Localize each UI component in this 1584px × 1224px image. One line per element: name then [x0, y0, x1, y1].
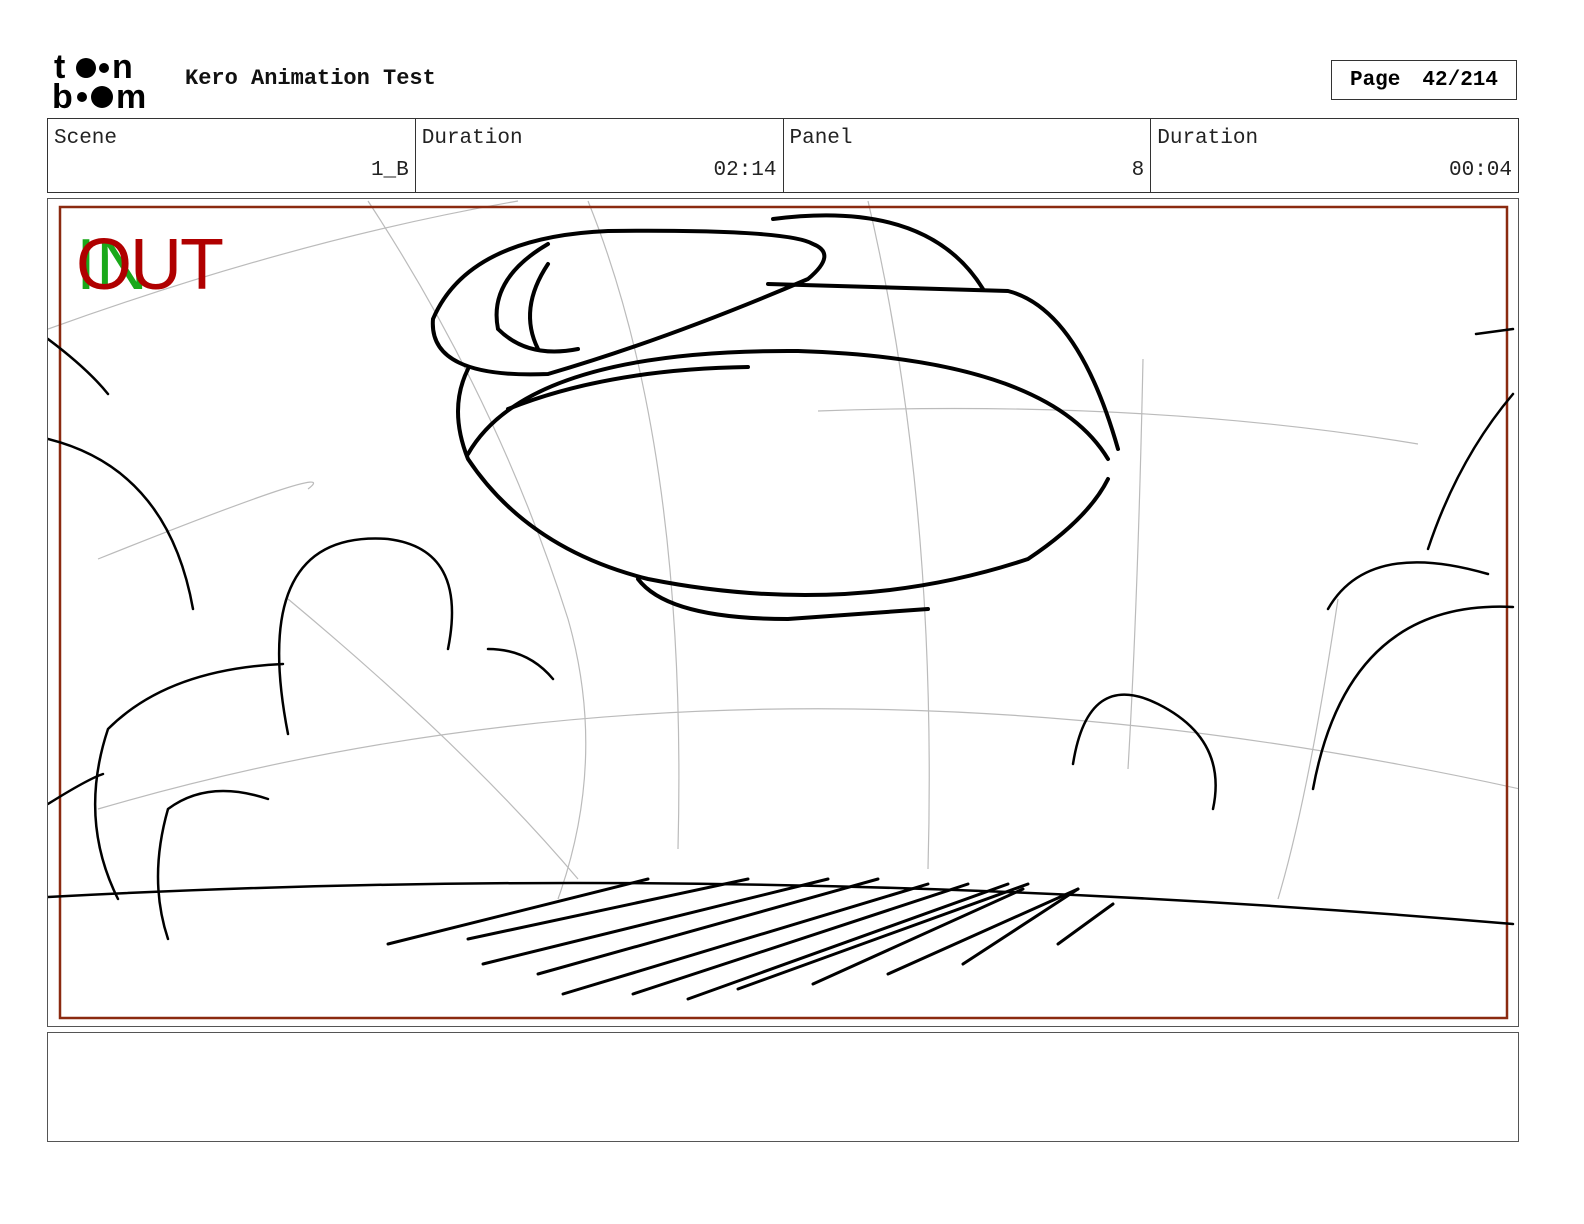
panel-label: Panel — [789, 127, 853, 150]
svg-text:b: b — [52, 78, 73, 112]
panel-notes — [47, 1032, 1519, 1142]
panel-cell: Panel 8 — [784, 119, 1152, 192]
panel-duration-value: 00:04 — [1448, 159, 1512, 182]
scene-label: Scene — [54, 127, 118, 150]
panel-duration-label: Duration — [1157, 127, 1259, 150]
project-title: Kero Animation Test — [185, 66, 436, 91]
svg-text:m: m — [116, 78, 146, 112]
out-marker: OUT — [76, 225, 224, 305]
scene-duration-value: 02:14 — [713, 159, 777, 182]
panel-image: IN OUT — [47, 198, 1519, 1027]
toonboom-logo: t n b m — [52, 50, 146, 112]
panel-info-table: Scene 1_B Duration 02:14 Panel 8 Duration 00… — [47, 118, 1519, 193]
scene-value: 1_B — [370, 159, 409, 182]
scene-cell: Scene 1_B — [48, 119, 416, 192]
page-indicator: Page 42/214 — [1331, 60, 1517, 100]
scene-duration-cell: Duration 02:14 — [416, 119, 784, 192]
page-number: 42/214 — [1422, 68, 1499, 92]
panel-duration-cell: Duration 00:04 — [1151, 119, 1518, 192]
scene-duration-label: Duration — [421, 127, 523, 150]
page-label: Page — [1349, 68, 1401, 92]
panel-value: 8 — [1131, 159, 1145, 182]
storyboard-page: t n b m Kero Animation Test Page 42/214 … — [0, 0, 1584, 1224]
sketch-drawing — [48, 200, 1518, 1020]
